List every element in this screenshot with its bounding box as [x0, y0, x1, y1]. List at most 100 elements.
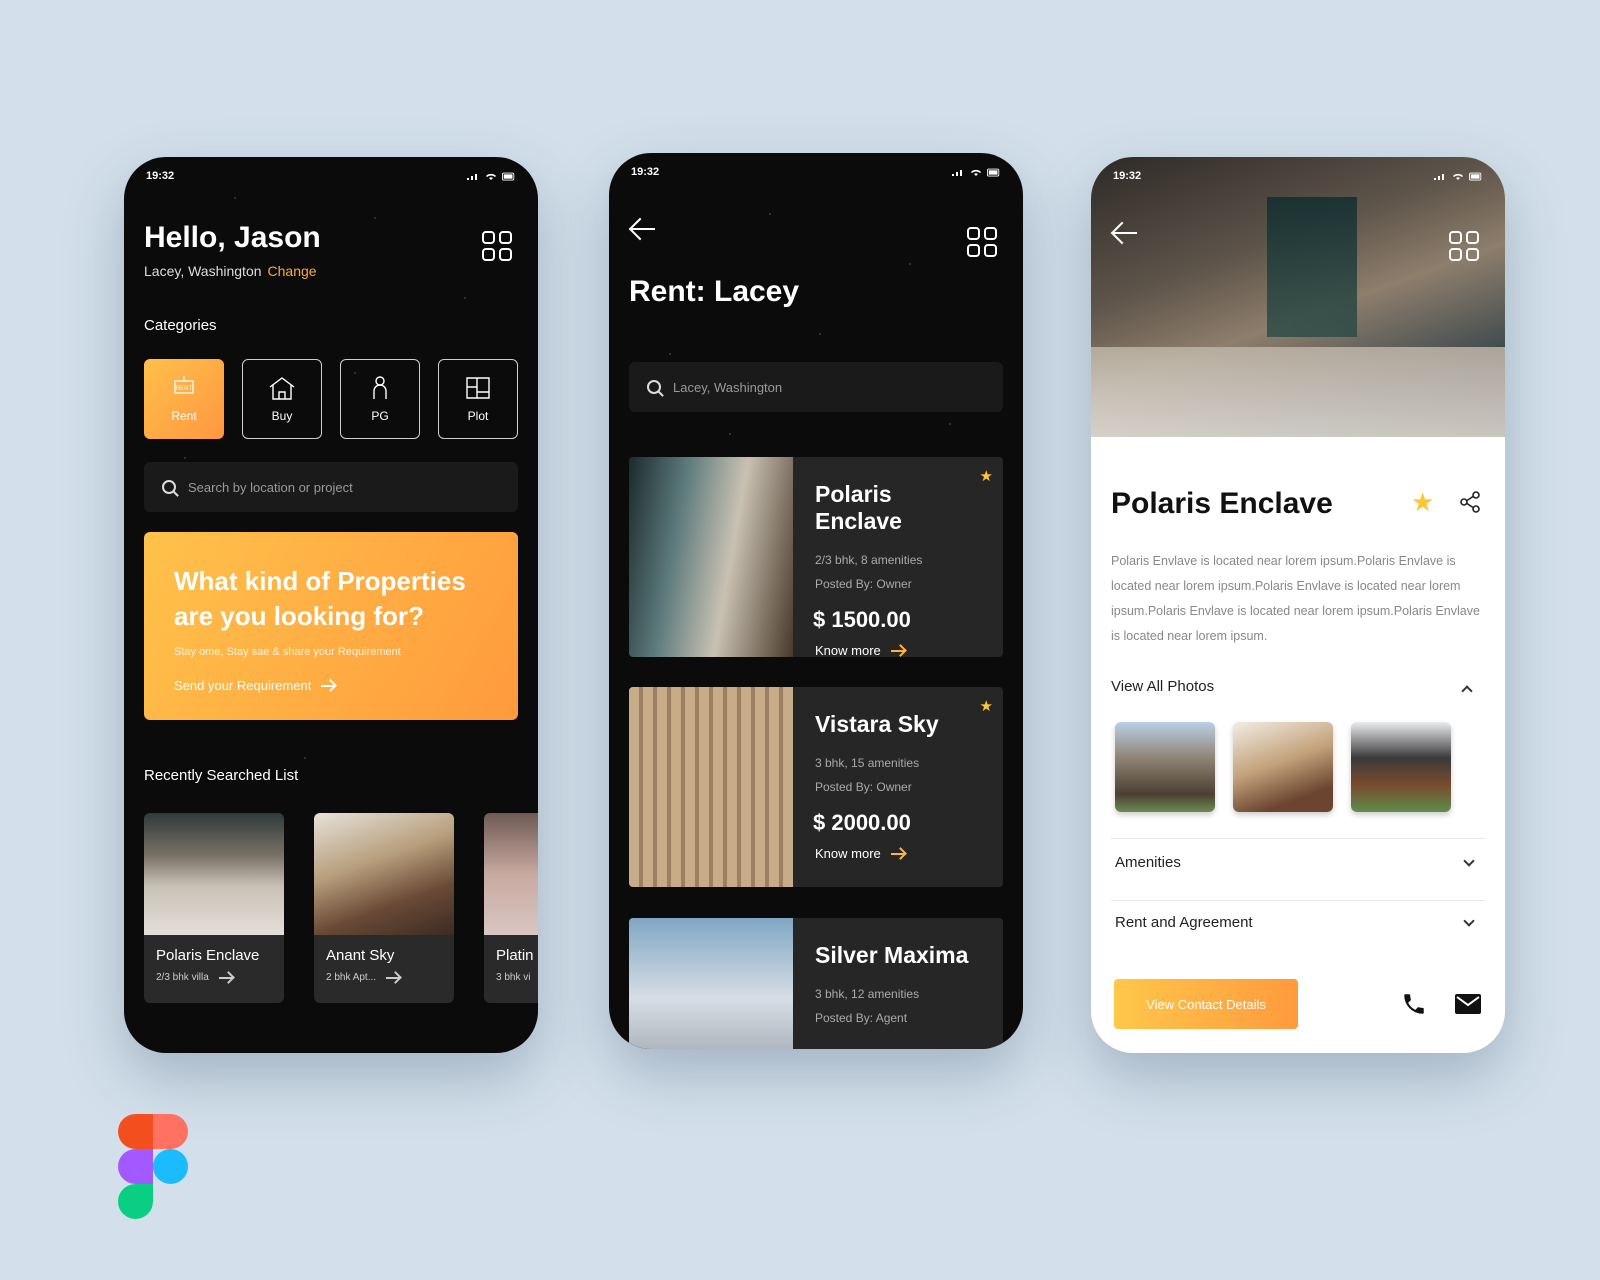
signal-icon: [467, 173, 477, 180]
search-placeholder: Search by location or project: [188, 479, 353, 495]
category-label: Plot: [467, 409, 489, 423]
property-description: Polaris Envlave is located near lorem ip…: [1111, 554, 1480, 643]
category-plot[interactable]: Plot: [438, 359, 518, 439]
signal-icon: [1434, 173, 1444, 180]
menu-grid-icon[interactable]: [1449, 231, 1479, 261]
wifi-icon: [1453, 173, 1463, 180]
listing-price: $ 1500.00: [813, 607, 911, 632]
property-image: [629, 918, 793, 1049]
star-icon[interactable]: ★: [980, 467, 993, 485]
recent-card[interactable]: Platin 3 bhk vi: [484, 813, 538, 1003]
know-more-label: Know more: [815, 846, 881, 861]
listing-card[interactable]: ★ Vistara Sky 3 bhk, 15 amenities Posted…: [629, 687, 1003, 887]
svg-text:RENT: RENT: [176, 386, 193, 392]
property-image: [629, 687, 793, 887]
view-contact-button[interactable]: View Contact Details: [1114, 979, 1298, 1029]
hero-window: [1267, 197, 1357, 337]
star-icon[interactable]: ★: [980, 697, 993, 715]
photo-thumbnail[interactable]: [1233, 722, 1333, 812]
view-all-photos-label[interactable]: View All Photos: [1111, 678, 1214, 695]
back-arrow-icon[interactable]: [631, 228, 655, 230]
category-rent[interactable]: RENT Rent: [144, 359, 224, 439]
listing-name: Polaris Enclave: [815, 481, 902, 534]
recent-card[interactable]: Polaris Enclave 2/3 bhk villa: [144, 813, 284, 1003]
star-icon[interactable]: ★: [1411, 487, 1434, 518]
listing-detail: 3 bhk, 15 amenities: [815, 756, 920, 770]
recent-name: Platin: [496, 947, 534, 964]
phone-icon[interactable]: [1401, 991, 1427, 1017]
house-icon: [269, 377, 295, 400]
property-image: [314, 813, 454, 935]
share-icon[interactable]: [1459, 491, 1481, 513]
greeting-title: Hello, Jason: [144, 221, 321, 254]
listing-card[interactable]: Silver Maxima 3 bhk, 12 amenities Posted…: [629, 918, 1003, 1049]
property-image: [484, 813, 538, 935]
search-input[interactable]: Lacey, Washington: [629, 362, 1003, 412]
status-time: 19:32: [631, 166, 660, 178]
arrow-right-icon: [321, 684, 336, 687]
category-buy[interactable]: Buy: [242, 359, 322, 439]
listing-posted: Posted By: Owner: [815, 577, 912, 591]
status-icons: [1433, 172, 1483, 181]
mail-icon[interactable]: [1455, 994, 1481, 1014]
search-value: Lacey, Washington: [673, 379, 783, 395]
property-title: Polaris Enclave: [1111, 487, 1333, 520]
change-location-link[interactable]: Change: [268, 263, 317, 279]
recent-detail-row: 2 bhk Apt...: [326, 972, 454, 983]
listing-price: $ 2000.00: [813, 810, 911, 835]
photo-thumbnail[interactable]: [1115, 722, 1215, 812]
amenities-accordion[interactable]: Amenities: [1115, 854, 1181, 871]
listing-body: ★ Vistara Sky 3 bhk, 15 amenities Posted…: [793, 687, 1003, 887]
recent-name: Polaris Enclave: [156, 947, 260, 964]
page-title: Rent: Lacey: [629, 275, 800, 308]
chevron-down-icon[interactable]: [1463, 855, 1475, 867]
status-time: 19:32: [1113, 170, 1142, 182]
search-input[interactable]: Search by location or project: [144, 462, 518, 512]
wifi-icon: [971, 169, 981, 176]
recent-detail: 3 bhk vi: [496, 972, 531, 983]
listing-card[interactable]: ★ Polaris Enclave 2/3 bhk, 8 amenities P…: [629, 457, 1003, 657]
listing-posted: Posted By: Agent: [815, 1011, 908, 1025]
menu-grid-icon[interactable]: [967, 227, 997, 257]
promo-heading: What kind of Properties are you looking …: [174, 564, 488, 634]
recent-title: Recently Searched List: [144, 767, 299, 784]
status-bar: 19:32: [1113, 167, 1483, 185]
recent-card[interactable]: Anant Sky 2 bhk Apt...: [314, 813, 454, 1003]
detail-screen: 19:32 Polaris Enclave ★ Polaris Envlave …: [1091, 157, 1505, 1053]
chevron-down-icon[interactable]: [1463, 915, 1475, 927]
rent-agreement-accordion[interactable]: Rent and Agreement: [1115, 914, 1253, 931]
battery-icon: [502, 172, 515, 180]
status-bar: 19:32: [631, 163, 1001, 181]
categories-title: Categories: [144, 317, 217, 334]
recent-detail-row: 3 bhk vi: [496, 972, 538, 983]
category-pg[interactable]: PG: [340, 359, 420, 439]
listing-screen: 19:32 Rent: Lacey Lacey, Washington ★ Po…: [609, 153, 1023, 1049]
rent-sign-icon: RENT: [174, 376, 194, 394]
divider: [1111, 838, 1485, 839]
property-image: [144, 813, 284, 935]
know-more-label: Know more: [815, 643, 881, 657]
promo-heading-line2: are you looking for?: [174, 601, 424, 631]
send-requirement-link[interactable]: Send your Requirement: [174, 678, 488, 693]
send-requirement-label: Send your Requirement: [174, 678, 312, 693]
know-more-link[interactable]: Know more: [815, 846, 981, 861]
arrow-right-icon: [218, 976, 233, 979]
category-label: Buy: [271, 409, 293, 423]
back-arrow-icon[interactable]: [1113, 232, 1137, 234]
recent-detail-row: 2/3 bhk villa: [156, 972, 284, 983]
battery-icon: [1469, 172, 1482, 180]
recent-list: Polaris Enclave 2/3 bhk villa Anant Sky …: [144, 813, 538, 1003]
property-image: [629, 457, 793, 657]
location-line: Lacey, Washington Change: [144, 263, 317, 279]
property-hero-image: [1091, 157, 1505, 437]
hero-floor: [1091, 347, 1505, 437]
know-more-link[interactable]: Know more: [815, 643, 981, 657]
photo-thumbnail[interactable]: [1351, 722, 1451, 812]
category-label: PG: [371, 409, 389, 423]
status-icons: [951, 168, 1001, 177]
arrow-right-icon: [890, 852, 905, 855]
menu-grid-icon[interactable]: [482, 231, 512, 261]
chevron-up-icon[interactable]: [1461, 685, 1473, 697]
listing-detail: 2/3 bhk, 8 amenities: [815, 553, 923, 567]
recent-detail: 2 bhk Apt...: [326, 972, 377, 983]
